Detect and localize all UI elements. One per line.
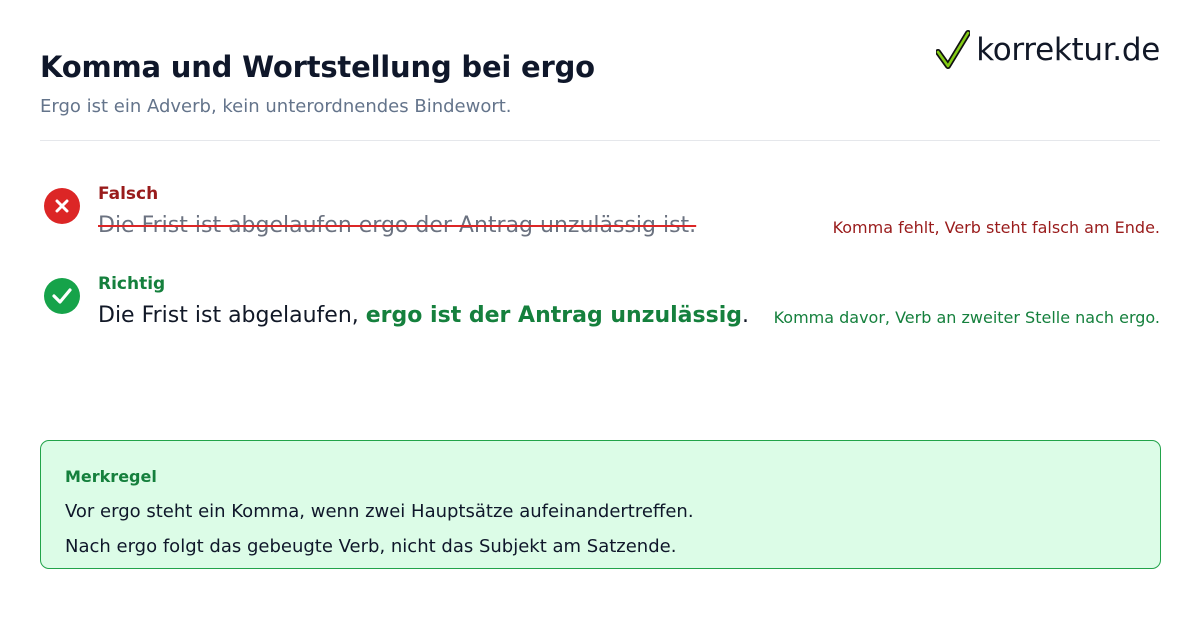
wrong-note: Komma fehlt, Verb steht falsch am Ende.	[832, 218, 1160, 237]
wrong-sentence: Die Frist ist abgelaufen ergo der Antrag…	[98, 213, 697, 238]
right-sentence-end: .	[742, 303, 750, 328]
brand-logo: korrektur.de	[936, 30, 1160, 70]
right-sentence-highlight: ergo ist der Antrag unzulässig	[365, 303, 743, 328]
brand-name: korrektur.de	[976, 32, 1160, 68]
rule-line: Vor ergo steht ein Komma, wenn zwei Haup…	[65, 501, 694, 522]
page-subtitle: Ergo ist ein Adverb, kein unterordnendes…	[40, 96, 512, 117]
header: Komma und Wortstellung bei ergo Ergo ist…	[40, 0, 1160, 141]
rule-line: Nach ergo folgt das gebeugte Verb, nicht…	[65, 536, 677, 557]
right-sentence: Die Frist ist abgelaufen, ergo ist der A…	[98, 303, 749, 328]
cross-circle-icon	[44, 188, 80, 224]
checkmark-logo-icon	[936, 30, 971, 70]
right-label: Richtig	[98, 274, 166, 294]
right-note: Komma davor, Verb an zweiter Stelle nach…	[773, 308, 1160, 327]
wrong-example: Falsch Die Frist ist abgelaufen ergo der…	[40, 182, 1160, 242]
page-title: Komma und Wortstellung bei ergo	[40, 50, 595, 84]
check-circle-icon	[44, 278, 80, 314]
right-example: Richtig Die Frist ist abgelaufen, ergo i…	[40, 272, 1160, 332]
right-sentence-start: Die Frist ist abgelaufen,	[98, 303, 366, 328]
wrong-label: Falsch	[98, 184, 159, 204]
rule-title: Merkregel	[65, 467, 157, 486]
rule-box: Merkregel Vor ergo steht ein Komma, wenn…	[40, 440, 1161, 569]
